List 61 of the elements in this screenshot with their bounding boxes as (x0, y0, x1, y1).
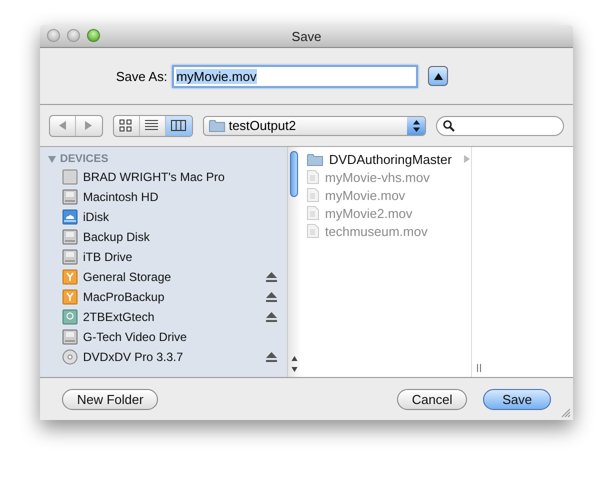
grid-icon (118, 119, 134, 132)
sidebar-item[interactable]: MacProBackup (40, 287, 287, 307)
section-heading: DEVICES (60, 153, 108, 165)
sidebar-item[interactable]: Backup Disk (40, 227, 287, 247)
column-resize-handle-icon[interactable] (477, 364, 481, 372)
document-icon (307, 170, 319, 184)
eject-icon[interactable] (266, 312, 277, 322)
zoom-button[interactable] (87, 29, 100, 42)
backup-drive-icon (62, 309, 78, 325)
document-icon (307, 188, 319, 202)
folder-icon (208, 119, 225, 132)
columns-icon (171, 119, 186, 132)
expand-button[interactable] (428, 66, 448, 86)
sidebar-item[interactable]: BRAD WRIGHT's Mac Pro (40, 167, 287, 187)
dialog-button[interactable]: New Folder (62, 388, 158, 410)
dialog-button[interactable]: Save (483, 388, 551, 410)
drive-icon (62, 249, 78, 265)
scroll-bar[interactable] (287, 147, 301, 377)
computer-icon (62, 169, 78, 185)
drive-icon (62, 189, 78, 205)
drive-icon (62, 329, 78, 345)
search-field[interactable] (436, 116, 564, 136)
drive-icon (62, 229, 78, 245)
resize-grip-icon[interactable] (561, 408, 571, 418)
window-title: Save (292, 28, 322, 44)
external-drive-icon (62, 289, 78, 305)
list-icon (144, 119, 160, 132)
location-popup[interactable]: testOutput2 (202, 116, 426, 136)
document-icon (307, 206, 319, 220)
sidebar-item[interactable]: 2TBExtGtech (40, 307, 287, 327)
down-triangle-icon[interactable] (48, 156, 56, 162)
search-icon (443, 120, 456, 132)
sidebar-item[interactable]: iTB Drive (40, 247, 287, 267)
file-item[interactable]: DVDAuthoringMaster (301, 150, 471, 168)
scroll-thumb[interactable] (290, 151, 298, 197)
left-triangle-icon (58, 121, 66, 130)
external-drive-icon (62, 269, 78, 285)
sidebar-item[interactable]: G-Tech Video Drive (40, 327, 287, 347)
dialog-button[interactable]: Cancel (396, 388, 468, 410)
right-triangle-icon (85, 121, 92, 130)
up-down-arrows-icon (412, 120, 420, 132)
up-triangle-icon (434, 72, 443, 80)
document-icon (307, 224, 319, 238)
navigation-control[interactable] (49, 114, 103, 136)
minimize-button[interactable] (67, 29, 80, 42)
sidebar-item[interactable]: Macintosh HD (40, 187, 287, 207)
scroll-arrows-icon[interactable] (291, 354, 298, 374)
disclosure-arrow-icon (464, 155, 470, 163)
close-button[interactable] (47, 29, 60, 42)
sidebar-item[interactable]: DVDxDV Pro 3.3.7 (40, 347, 287, 367)
folder-icon (307, 152, 323, 166)
view-button[interactable] (166, 116, 192, 136)
eject-icon[interactable] (266, 272, 277, 282)
save-as-label: Save As: (116, 68, 168, 84)
eject-icon[interactable] (266, 352, 277, 362)
eject-icon[interactable] (266, 292, 277, 302)
disc-icon (62, 349, 78, 365)
filename-field[interactable]: myMovie.mov (172, 64, 418, 88)
sidebar-item[interactable]: General Storage (40, 267, 287, 287)
view-mode-control[interactable] (112, 114, 193, 136)
sidebar-item[interactable]: iDisk (40, 207, 287, 227)
